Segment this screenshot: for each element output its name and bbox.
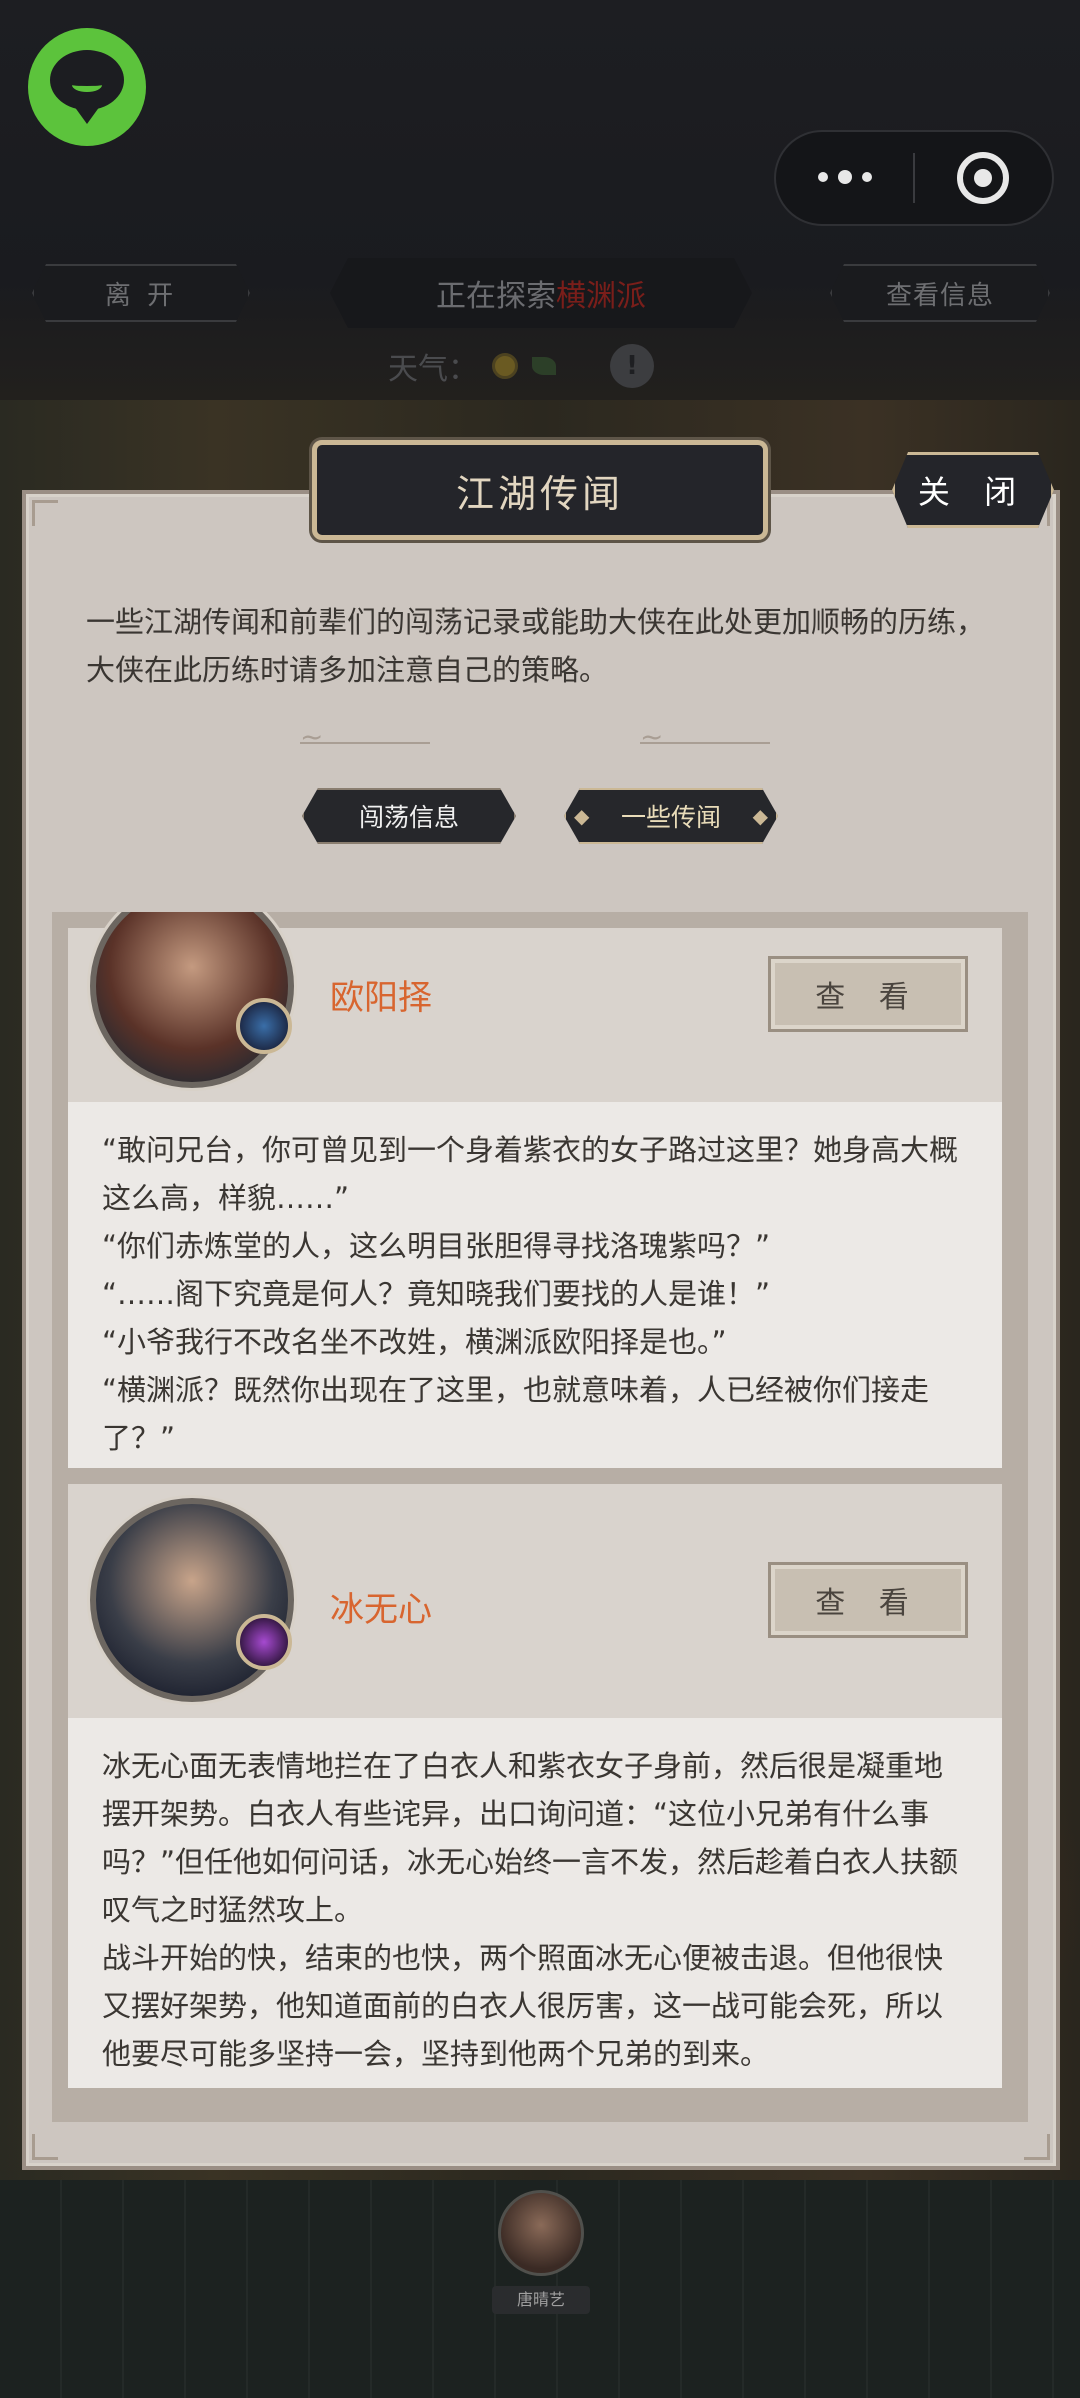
character-name: 冰无心: [330, 1590, 432, 1630]
character-avatar: [90, 1498, 294, 1702]
exploring-banner: 正在探索 横渊派: [330, 258, 752, 328]
leaf-icon: [532, 357, 556, 375]
rumor-text: “敢问兄台，你可曾见到一个身着紫衣的女子路过这里？她身高大概这么高，样貌……” …: [68, 1102, 1002, 1468]
close-button[interactable]: 关 闭: [892, 452, 1054, 528]
rumor-card: 冰无心 查 看 冰无心面无表情地拦在了白衣人和紫衣女子身前，然后很是凝重地摆开架…: [68, 1484, 1002, 2088]
tab-adventure-info[interactable]: 闯荡信息: [302, 788, 516, 844]
exploring-place: 横渊派: [556, 279, 646, 314]
view-button[interactable]: 查 看: [768, 956, 968, 1032]
sun-icon: [492, 353, 518, 379]
leave-button[interactable]: 离 开: [32, 264, 250, 322]
npc-name: 唐晴艺: [492, 2286, 590, 2314]
modal-title: 江湖传闻: [312, 440, 768, 540]
npc-avatar[interactable]: [498, 2190, 584, 2276]
divider-right: [640, 720, 770, 753]
close-mini-program-icon[interactable]: [915, 152, 1052, 204]
sect-badge-icon: [236, 998, 292, 1054]
tab-rumors[interactable]: 一些传闻: [564, 788, 778, 844]
rumor-list[interactable]: 欧阳择 查 看 “敢问兄台，你可曾见到一个身着紫衣的女子路过这里？她身高大概这么…: [52, 912, 1028, 2122]
more-options-icon[interactable]: [776, 170, 913, 184]
sect-badge-icon: [236, 1614, 292, 1670]
weather-label: 天气：: [388, 352, 478, 387]
view-button[interactable]: 查 看: [768, 1562, 968, 1638]
exploring-prefix: 正在探索: [436, 279, 556, 314]
top-bar: 离 开 正在探索 横渊派 查看信息 天气： !: [0, 0, 1080, 400]
warning-icon[interactable]: !: [610, 344, 654, 388]
app-logo-icon: [28, 28, 146, 146]
mini-program-capsule: [774, 130, 1054, 226]
rumor-text: 冰无心面无表情地拦在了白衣人和紫衣女子身前，然后很是凝重地摆开架势。白衣人有些诧…: [68, 1718, 1002, 2088]
view-info-button[interactable]: 查看信息: [830, 264, 1050, 322]
character-name: 欧阳择: [330, 978, 432, 1018]
modal-intro: 一些江湖传闻和前辈们的闯荡记录或能助大侠在此处更加顺畅的历练，大侠在此历练时请多…: [86, 605, 986, 687]
divider-left: [300, 720, 430, 753]
weather-row: 天气： !: [388, 344, 654, 388]
rumor-card: 欧阳择 查 看 “敢问兄台，你可曾见到一个身着紫衣的女子路过这里？她身高大概这么…: [68, 912, 1002, 1468]
